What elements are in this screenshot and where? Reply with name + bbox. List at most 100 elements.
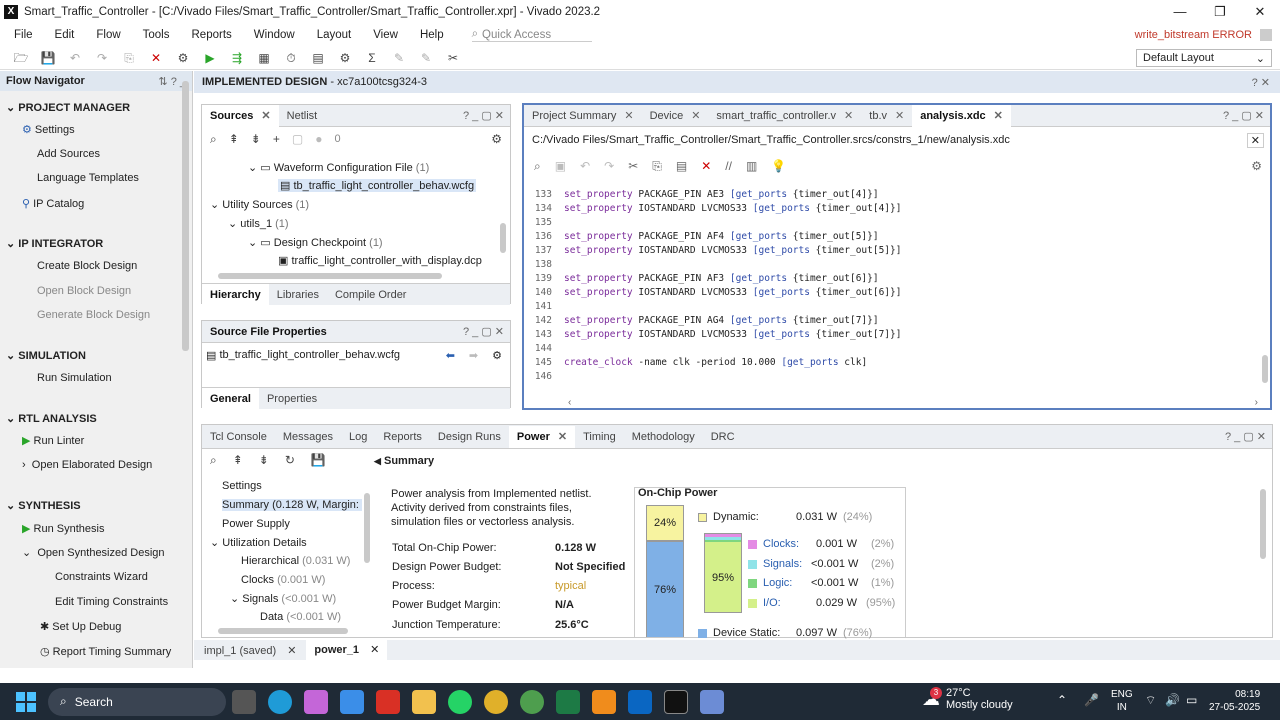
horizontal-scrollbar[interactable]	[218, 273, 442, 279]
minimize-icon[interactable]: —	[1160, 0, 1200, 24]
panel-controls-icon[interactable]: ? _ ▢ ✕	[1225, 430, 1272, 443]
tab-properties[interactable]: Properties	[259, 388, 325, 410]
add-icon[interactable]: +	[273, 132, 280, 146]
fn-generate-block-design[interactable]: Generate Block Design	[37, 309, 150, 321]
tab-libraries[interactable]: Libraries	[269, 284, 327, 306]
tab-reports[interactable]: Reports	[375, 426, 430, 448]
tab-messages[interactable]: Messages	[275, 426, 341, 448]
fn-add-sources[interactable]: Add Sources	[37, 148, 100, 160]
copilot-icon[interactable]	[304, 689, 328, 714]
edge-icon[interactable]	[268, 689, 292, 714]
tree-item[interactable]: ⌄ ▭ Design Checkpoint (1)	[248, 236, 383, 249]
search-icon[interactable]: ⌕	[210, 132, 217, 147]
bitstream-error-status[interactable]: write_bitstream ERROR	[1135, 29, 1252, 41]
tab-tcl-console[interactable]: Tcl Console	[202, 426, 275, 448]
tree-item-selected[interactable]: ▤ tb_traffic_light_controller_behav.wcfg	[278, 179, 477, 192]
tab-device[interactable]: Device ✕	[642, 105, 709, 127]
prop-value-link[interactable]: typical	[555, 580, 586, 592]
tab-timing[interactable]: Timing	[575, 426, 624, 448]
copy-icon[interactable]: ⎘	[652, 159, 662, 174]
tree-item[interactable]: ▣ traffic_light_controller_with_display.…	[278, 254, 482, 267]
tab-smart-traffic-controller[interactable]: smart_traffic_controller.v ✕	[708, 105, 861, 127]
tab-power-1[interactable]: power_1 ✕	[306, 640, 388, 660]
redo-icon[interactable]: ↷	[91, 48, 113, 68]
microphone-icon[interactable]: 🎤	[1084, 693, 1099, 707]
collapse-arrow-icon[interactable]: ◀	[374, 456, 381, 466]
copy-icon[interactable]: ⎘	[118, 48, 140, 68]
vlc-icon[interactable]	[592, 689, 616, 714]
tab-log[interactable]: Log	[341, 426, 375, 448]
fn-report-timing-summary[interactable]: ◷ Report Timing Summary	[40, 645, 171, 658]
lightbulb-icon[interactable]: 💡	[771, 159, 786, 173]
language-indicator[interactable]: ENG IN	[1111, 688, 1133, 714]
gear-icon[interactable]: ⚙	[492, 349, 502, 362]
tab-methodology[interactable]: Methodology	[624, 426, 703, 448]
open-project-icon[interactable]: 🗁	[10, 48, 32, 68]
gear-icon[interactable]: ⚙	[491, 132, 502, 146]
columns-icon[interactable]: ▥	[746, 159, 757, 173]
menu-view[interactable]: View	[373, 29, 398, 41]
forward-icon[interactable]: ➡	[469, 349, 478, 362]
timer-icon[interactable]: ⏱	[280, 48, 302, 68]
menu-edit[interactable]: Edit	[55, 29, 75, 41]
panel-controls-icon[interactable]: ? _ ▢ ✕	[463, 109, 510, 122]
save-icon[interactable]: 💾	[311, 453, 326, 468]
doc-icon[interactable]: ▢	[292, 132, 303, 146]
tree-item-utilization[interactable]: ⌄ Utilization Details	[210, 536, 307, 549]
flow-nav-scrollbar[interactable]	[182, 81, 189, 351]
run-green-icon[interactable]: ▶	[199, 48, 221, 68]
section-rtl-analysis[interactable]: ⌄ RTL ANALYSIS	[6, 412, 97, 425]
code-editor[interactable]: 133 set_property PACKAGE_PIN AE3 [get_por…	[524, 189, 1254, 389]
tab-drc[interactable]: DRC	[703, 426, 743, 448]
step-icon[interactable]: ⇶	[226, 48, 248, 68]
section-ip-integrator[interactable]: ⌄ IP INTEGRATOR	[6, 237, 103, 250]
snipping-icon[interactable]	[700, 689, 724, 714]
file-explorer-icon[interactable]	[412, 689, 436, 714]
debug-icon[interactable]: ✎	[388, 48, 410, 68]
tree-item[interactable]: ⌄ ▭ Waveform Configuration File (1)	[248, 161, 429, 174]
redo-icon[interactable]: ↷	[604, 159, 614, 173]
windows-start-icon[interactable]	[16, 691, 36, 712]
fn-set-up-debug[interactable]: ✱ Set Up Debug	[40, 620, 121, 633]
report-icon[interactable]: ▤	[307, 48, 329, 68]
section-simulation[interactable]: ⌄ SIMULATION	[6, 349, 86, 362]
menu-tools[interactable]: Tools	[143, 29, 170, 41]
delete-icon[interactable]: ✕	[701, 159, 711, 173]
chrome-icon[interactable]	[484, 689, 508, 714]
vertical-scrollbar[interactable]	[500, 223, 506, 253]
power-vscrollbar[interactable]	[1260, 489, 1266, 559]
fn-open-block-design[interactable]: Open Block Design	[37, 285, 131, 297]
tab-compile-order[interactable]: Compile Order	[327, 284, 415, 306]
tree-vscrollbar[interactable]	[364, 493, 370, 563]
fn-create-block-design[interactable]: Create Block Design	[37, 260, 137, 272]
tool-icon[interactable]: ✂	[442, 48, 464, 68]
comment-icon[interactable]: //	[725, 159, 732, 173]
menu-layout[interactable]: Layout	[317, 29, 352, 41]
quick-access-input[interactable]: ⌕ Quick Access	[471, 28, 592, 42]
fn-run-simulation[interactable]: Run Simulation	[37, 372, 112, 384]
sigma-icon[interactable]: Σ	[361, 48, 383, 68]
excel-icon[interactable]	[556, 689, 580, 714]
help-close-icon[interactable]: ? ✕	[1252, 76, 1270, 89]
paste-icon[interactable]: ▤	[676, 159, 687, 173]
collapse-all-icon[interactable]: ⇞	[229, 132, 239, 146]
search-icon[interactable]: ⌕	[534, 159, 541, 174]
editor-hscrollbar[interactable]: ‹ ›	[568, 397, 1258, 408]
collapse-all-icon[interactable]: ⇞	[233, 453, 243, 468]
vivado-icon[interactable]	[664, 689, 688, 714]
tab-general[interactable]: General	[202, 387, 259, 410]
undo-icon[interactable]: ↶	[64, 48, 86, 68]
fn-constraints-wizard[interactable]: Constraints Wizard	[55, 571, 148, 583]
tab-hierarchy[interactable]: Hierarchy	[202, 283, 269, 306]
panel-controls-icon[interactable]: ? _ ▢ ✕	[1223, 109, 1270, 122]
search-icon[interactable]: ⌕	[210, 453, 217, 468]
maximize-icon[interactable]: ❐	[1200, 0, 1240, 24]
settings-icon[interactable]: ⚙	[334, 48, 356, 68]
store-icon[interactable]	[340, 689, 364, 714]
tree-item-hierarchical[interactable]: Hierarchical (0.031 W)	[241, 555, 350, 567]
chrome-profile-icon[interactable]	[520, 689, 544, 714]
tree-item-settings[interactable]: Settings	[222, 480, 262, 492]
linkedin-icon[interactable]	[628, 689, 652, 714]
refresh-icon[interactable]: ↻	[285, 453, 295, 468]
tab-tb-v[interactable]: tb.v ✕	[861, 105, 912, 127]
